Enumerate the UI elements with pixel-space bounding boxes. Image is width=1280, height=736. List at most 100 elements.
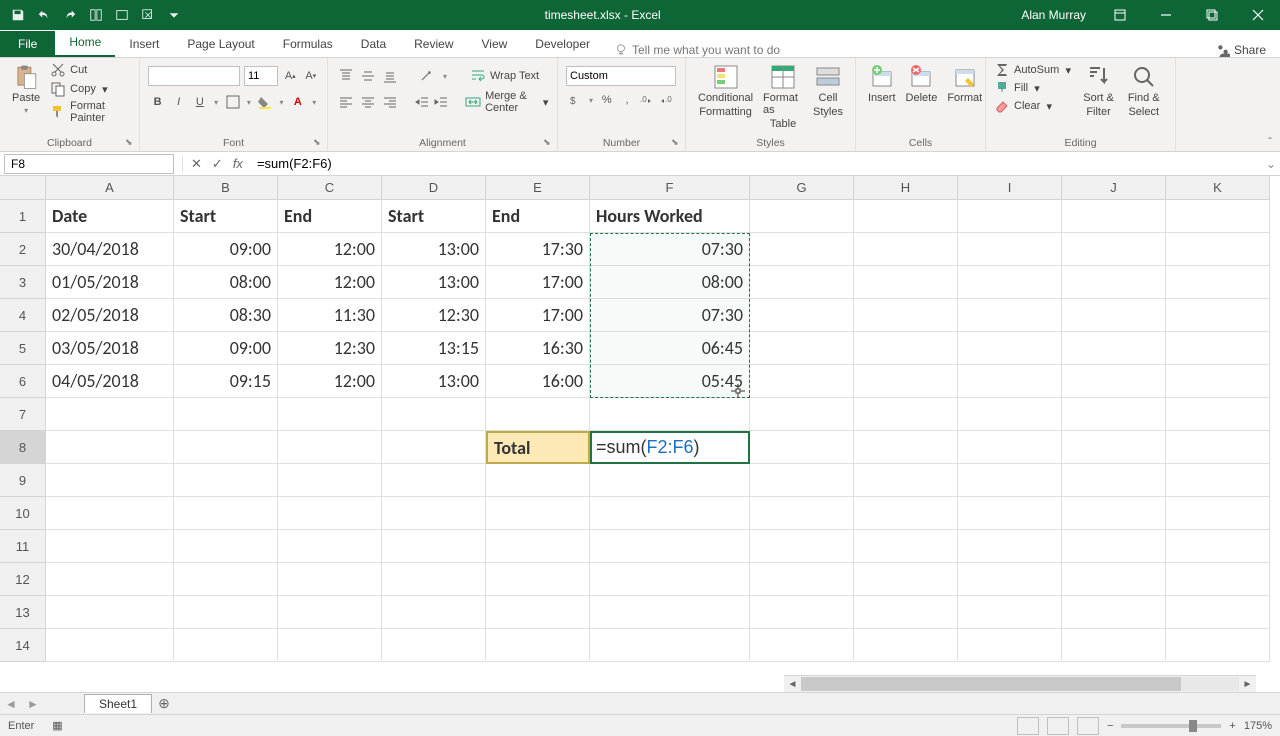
- percent-format-button[interactable]: %: [598, 90, 616, 110]
- row-header-13[interactable]: 13: [0, 596, 46, 629]
- increase-font-button[interactable]: A▴: [282, 66, 299, 86]
- increase-indent-button[interactable]: [433, 92, 448, 112]
- cell-F1[interactable]: Hours Worked: [590, 200, 750, 233]
- cell-I1[interactable]: [958, 200, 1062, 233]
- col-header-I[interactable]: I: [958, 176, 1062, 200]
- increase-decimal-button[interactable]: .0: [638, 90, 656, 110]
- cell-A14[interactable]: [46, 629, 174, 662]
- orientation-button[interactable]: [416, 66, 436, 86]
- bold-button[interactable]: B: [148, 92, 167, 112]
- cell-J10[interactable]: [1062, 497, 1166, 530]
- comma-format-button[interactable]: ,: [618, 90, 636, 110]
- cell-I14[interactable]: [958, 629, 1062, 662]
- cell-F10[interactable]: [590, 497, 750, 530]
- cell-K13[interactable]: [1166, 596, 1270, 629]
- cell-E6[interactable]: 16:00: [486, 365, 590, 398]
- cell-A1[interactable]: Date: [46, 200, 174, 233]
- cell-D10[interactable]: [382, 497, 486, 530]
- cell-K9[interactable]: [1166, 464, 1270, 497]
- cell-C6[interactable]: 12:00: [278, 365, 382, 398]
- cell-K12[interactable]: [1166, 563, 1270, 596]
- ribbon-display-options[interactable]: [1098, 0, 1142, 30]
- cell-B3[interactable]: 08:00: [174, 266, 278, 299]
- cell-F11[interactable]: [590, 530, 750, 563]
- scroll-right-button[interactable]: ►: [1239, 676, 1256, 693]
- cell-G1[interactable]: [750, 200, 854, 233]
- cell-A10[interactable]: [46, 497, 174, 530]
- sheet-nav-next[interactable]: ►: [22, 697, 44, 711]
- align-bottom-button[interactable]: [380, 66, 400, 86]
- number-dialog-launcher[interactable]: ⬊: [671, 137, 683, 149]
- cell-J5[interactable]: [1062, 332, 1166, 365]
- cell-K4[interactable]: [1166, 299, 1270, 332]
- cell-B8[interactable]: [174, 431, 278, 464]
- cell-K10[interactable]: [1166, 497, 1270, 530]
- cell-G7[interactable]: [750, 398, 854, 431]
- cell-A8[interactable]: [46, 431, 174, 464]
- row-header-1[interactable]: 1: [0, 200, 46, 233]
- cell-I6[interactable]: [958, 365, 1062, 398]
- cell-D13[interactable]: [382, 596, 486, 629]
- cell-I10[interactable]: [958, 497, 1062, 530]
- cell-H2[interactable]: [854, 233, 958, 266]
- cell-E5[interactable]: 16:30: [486, 332, 590, 365]
- save-button[interactable]: [8, 5, 28, 25]
- cell-F13[interactable]: [590, 596, 750, 629]
- cell-F12[interactable]: [590, 563, 750, 596]
- cell-edit-content[interactable]: =sum(F2:F6): [590, 431, 750, 464]
- col-header-F[interactable]: F: [590, 176, 750, 200]
- col-header-K[interactable]: K: [1166, 176, 1270, 200]
- cell-F6[interactable]: 05:45: [590, 365, 750, 398]
- zoom-level[interactable]: 175%: [1244, 720, 1272, 732]
- cell-J2[interactable]: [1062, 233, 1166, 266]
- fx-button[interactable]: fx: [233, 156, 243, 171]
- paste-button[interactable]: Paste ▾: [8, 62, 44, 149]
- zoom-slider[interactable]: [1121, 724, 1221, 728]
- cell-K1[interactable]: [1166, 200, 1270, 233]
- cell-E1[interactable]: End: [486, 200, 590, 233]
- col-header-H[interactable]: H: [854, 176, 958, 200]
- new-sheet-button[interactable]: ⊕: [152, 695, 176, 712]
- tab-review[interactable]: Review: [400, 31, 467, 57]
- cell-K11[interactable]: [1166, 530, 1270, 563]
- cell-A4[interactable]: 02/05/2018: [46, 299, 174, 332]
- tab-page-layout[interactable]: Page Layout: [173, 31, 268, 57]
- cell-E4[interactable]: 17:00: [486, 299, 590, 332]
- cell-styles-button[interactable]: CellStyles: [809, 62, 847, 149]
- number-format-select[interactable]: [566, 66, 676, 86]
- font-color-button[interactable]: A: [288, 92, 307, 112]
- cell-G10[interactable]: [750, 497, 854, 530]
- cell-B5[interactable]: 09:00: [174, 332, 278, 365]
- autosum-button[interactable]: AutoSum▾: [994, 62, 1073, 78]
- cell-E13[interactable]: [486, 596, 590, 629]
- cell-C3[interactable]: 12:00: [278, 266, 382, 299]
- cell-D1[interactable]: Start: [382, 200, 486, 233]
- expand-formula-bar[interactable]: ⌄: [1262, 157, 1280, 171]
- cell-B2[interactable]: 09:00: [174, 233, 278, 266]
- accounting-format-button[interactable]: $: [566, 90, 584, 110]
- cell-C14[interactable]: [278, 629, 382, 662]
- maximize-button[interactable]: [1190, 0, 1234, 30]
- cell-B6[interactable]: 09:15: [174, 365, 278, 398]
- cell-H8[interactable]: [854, 431, 958, 464]
- col-header-G[interactable]: G: [750, 176, 854, 200]
- cell-H3[interactable]: [854, 266, 958, 299]
- collapse-ribbon-button[interactable]: ˆ: [1268, 135, 1272, 149]
- wrap-text-button[interactable]: Wrap Text: [470, 68, 539, 84]
- share-button[interactable]: Share: [1216, 43, 1266, 57]
- cell-B13[interactable]: [174, 596, 278, 629]
- cell-J12[interactable]: [1062, 563, 1166, 596]
- cell-H13[interactable]: [854, 596, 958, 629]
- normal-view-button[interactable]: [1017, 717, 1039, 735]
- tab-file[interactable]: File: [0, 31, 55, 57]
- sheet-nav-prev[interactable]: ◄: [0, 697, 22, 711]
- row-header-2[interactable]: 2: [0, 233, 46, 266]
- border-button[interactable]: [223, 92, 242, 112]
- sheet-tab-1[interactable]: Sheet1: [84, 694, 152, 713]
- cell-G11[interactable]: [750, 530, 854, 563]
- clear-button[interactable]: Clear▾: [994, 98, 1073, 114]
- tab-developer[interactable]: Developer: [521, 31, 604, 57]
- cell-C9[interactable]: [278, 464, 382, 497]
- minimize-button[interactable]: [1144, 0, 1188, 30]
- row-header-12[interactable]: 12: [0, 563, 46, 596]
